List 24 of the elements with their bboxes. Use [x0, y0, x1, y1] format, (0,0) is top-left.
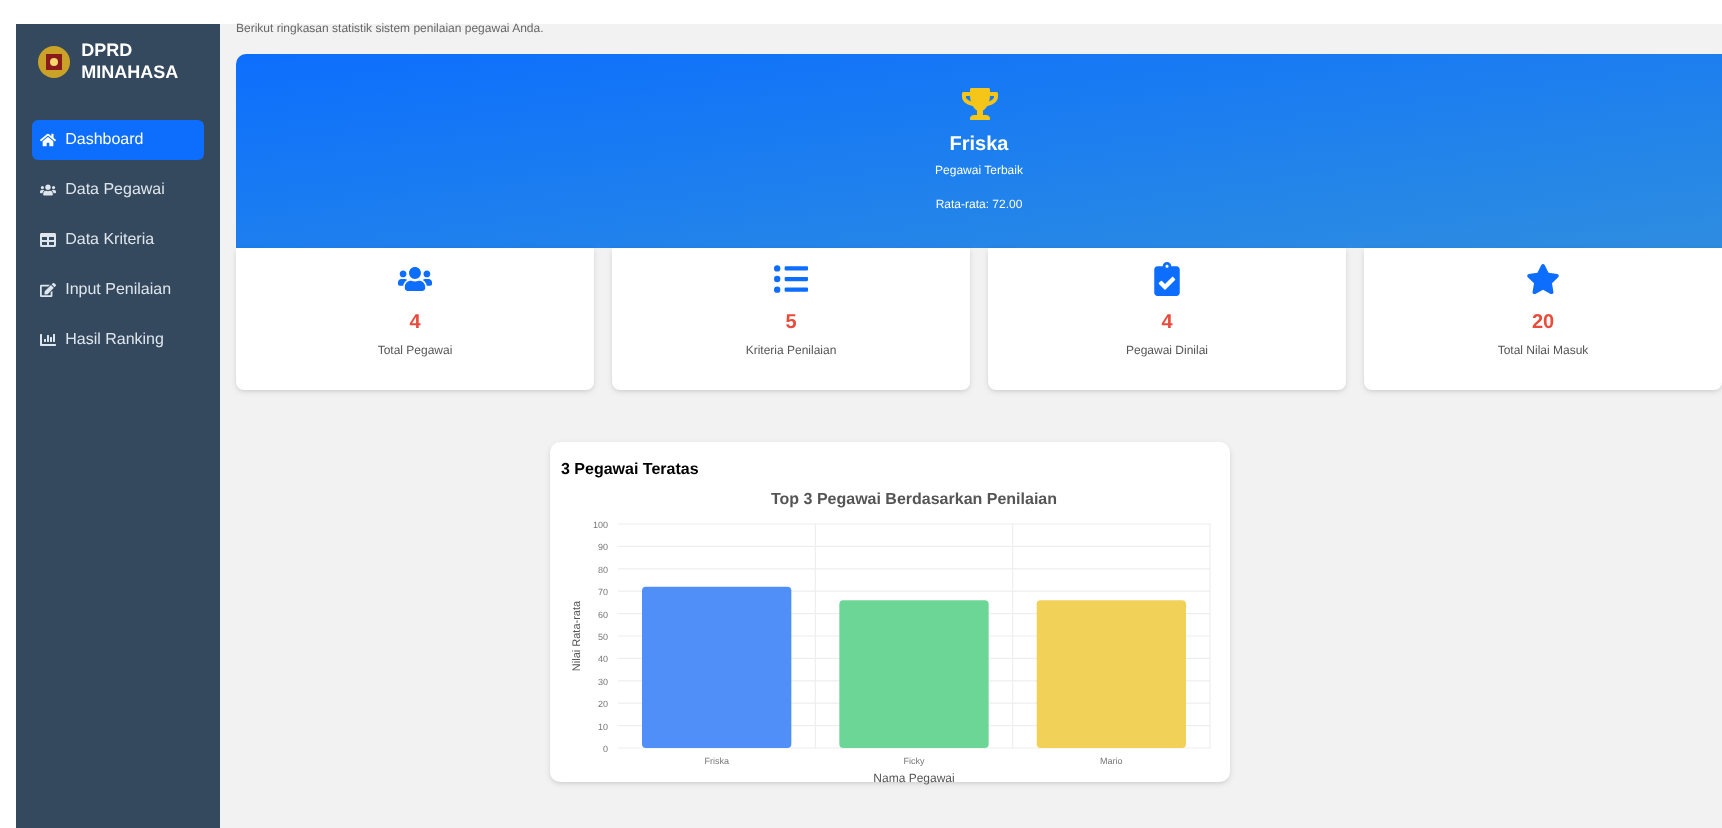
chart-icon — [39, 332, 56, 348]
chart-card-title: 3 Pegawai Teratas — [561, 458, 701, 482]
home-icon — [39, 132, 56, 148]
stat-value: 4 — [409, 310, 421, 338]
users-icon — [39, 182, 56, 198]
chart-title: Top 3 Pegawai Berdasarkan Penilaian — [769, 490, 1057, 508]
stat-value: 4 — [1161, 310, 1173, 338]
sidebar-item[interactable]: Hasil Ranking — [31, 320, 204, 360]
clipboard-check-icon — [1150, 262, 1184, 296]
stat-value: 5 — [785, 310, 797, 338]
stat-value: 20 — [1531, 310, 1555, 338]
best-employee-name: Friska — [949, 132, 1009, 160]
sidebar-item[interactable]: Input Penilaian — [31, 270, 204, 310]
table-icon — [39, 232, 56, 248]
sidebar-item[interactable]: Data Pegawai — [31, 170, 204, 210]
list-icon — [774, 262, 808, 296]
edit-icon — [39, 282, 56, 298]
brand-name: DPRD MINAHASA — [81, 40, 181, 84]
emblem-icon — [35, 44, 72, 80]
trophy-icon — [961, 86, 997, 122]
star-icon — [1526, 262, 1560, 296]
sidebar-item[interactable]: Data Kriteria — [31, 220, 204, 260]
sidebar-item[interactable]: Dashboard — [31, 120, 204, 160]
users-icon — [398, 262, 432, 296]
